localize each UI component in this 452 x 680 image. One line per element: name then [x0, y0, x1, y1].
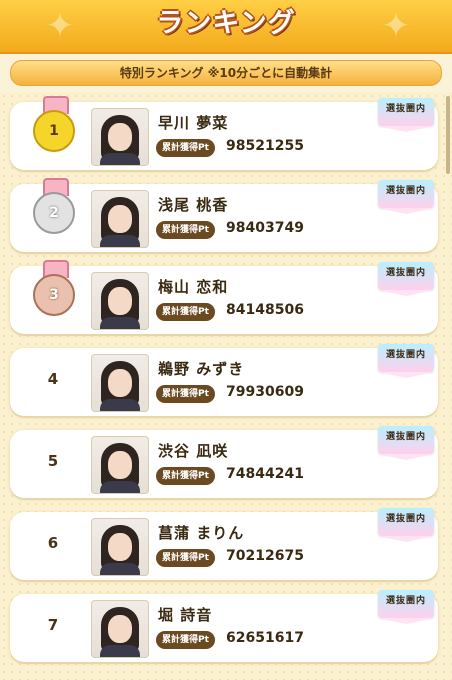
senbatsu-badge: 選抜圏内 [378, 262, 434, 296]
senbatsu-badge: 選抜圏内 [378, 590, 434, 624]
photo-body [100, 235, 140, 247]
points-label: 累計獲得Pt [156, 549, 215, 567]
points-label: 累計獲得Pt [156, 385, 215, 403]
photo-face [108, 369, 132, 397]
ranking-row[interactable]: 4 鵜野 みずき 累計獲得Pt 79930609 選抜圏内 [10, 344, 438, 416]
photo-body [100, 481, 140, 493]
rank-number: 4 [47, 370, 59, 388]
points-label: 累計獲得Pt [156, 303, 215, 321]
member-name: 梅山 恋和 [158, 278, 229, 296]
points-label: 累計獲得Pt [156, 221, 215, 239]
ranking-row[interactable]: 6 菖蒲 まりん 累計獲得Pt 70212675 選抜圏内 [10, 508, 438, 580]
member-photo-icon[interactable] [91, 108, 149, 166]
rank-number: 5 [47, 452, 59, 470]
photo-face [108, 205, 132, 233]
rank-number: 3 [33, 274, 75, 316]
gold-medal-icon: 1 [30, 96, 78, 168]
member-photo-icon[interactable] [91, 518, 149, 576]
ranking-subtitle: 特別ランキング ※10分ごとに自動集計 [10, 60, 442, 86]
photo-body [100, 153, 140, 165]
points-value: 62651617 [226, 630, 304, 646]
photo-face [108, 287, 132, 315]
silver-medal-icon: 2 [30, 178, 78, 250]
member-photo-icon[interactable] [91, 436, 149, 494]
points-value: 70212675 [226, 548, 304, 564]
points-value: 74844241 [226, 466, 304, 482]
ranking-row[interactable]: 7 堀 詩音 累計獲得Pt 62651617 選抜圏内 [10, 590, 438, 662]
member-name: 浅尾 桃香 [158, 196, 229, 214]
ranking-row[interactable]: 3 梅山 恋和 累計獲得Pt 84148506 選抜圏内 [10, 260, 438, 334]
scrollbar[interactable] [446, 96, 450, 174]
member-photo-icon[interactable] [91, 600, 149, 658]
photo-body [100, 563, 140, 575]
senbatsu-badge: 選抜圏内 [378, 98, 434, 132]
points-value: 84148506 [226, 302, 304, 318]
member-photo-icon[interactable] [91, 272, 149, 330]
rank-number: 1 [33, 110, 75, 152]
ranking-row[interactable]: 2 浅尾 桃香 累計獲得Pt 98403749 選抜圏内 [10, 178, 438, 252]
photo-body [100, 645, 140, 657]
header-bar: ✦ ✦ ランキング [0, 0, 452, 54]
senbatsu-badge: 選抜圏内 [378, 426, 434, 460]
points-value: 98403749 [226, 220, 304, 236]
photo-face [108, 123, 132, 151]
ranking-row[interactable]: 1 早川 夢菜 累計獲得Pt 98521255 選抜圏内 [10, 96, 438, 170]
senbatsu-badge: 選抜圏内 [378, 344, 434, 378]
photo-body [100, 399, 140, 411]
page-title: ランキング [156, 8, 296, 39]
points-value: 79930609 [226, 384, 304, 400]
photo-body [100, 317, 140, 329]
bronze-medal-icon: 3 [30, 260, 78, 332]
member-name: 菖蒲 まりん [158, 524, 245, 542]
senbatsu-badge: 選抜圏内 [378, 180, 434, 214]
member-name: 早川 夢菜 [158, 114, 229, 132]
member-name: 鵜野 みずき [158, 360, 245, 378]
rank-number: 2 [33, 192, 75, 234]
rank-number: 7 [47, 616, 59, 634]
photo-face [108, 451, 132, 479]
member-name: 堀 詩音 [158, 606, 213, 624]
member-photo-icon[interactable] [91, 190, 149, 248]
ranking-row[interactable]: 5 渋谷 凪咲 累計獲得Pt 74844241 選抜圏内 [10, 426, 438, 498]
points-label: 累計獲得Pt [156, 631, 215, 649]
senbatsu-badge: 選抜圏内 [378, 508, 434, 542]
points-label: 累計獲得Pt [156, 467, 215, 485]
photo-face [108, 615, 132, 643]
member-name: 渋谷 凪咲 [158, 442, 229, 460]
points-value: 98521255 [226, 138, 304, 154]
rank-number: 6 [47, 534, 59, 552]
member-photo-icon[interactable] [91, 354, 149, 412]
points-label: 累計獲得Pt [156, 139, 215, 157]
photo-face [108, 533, 132, 561]
